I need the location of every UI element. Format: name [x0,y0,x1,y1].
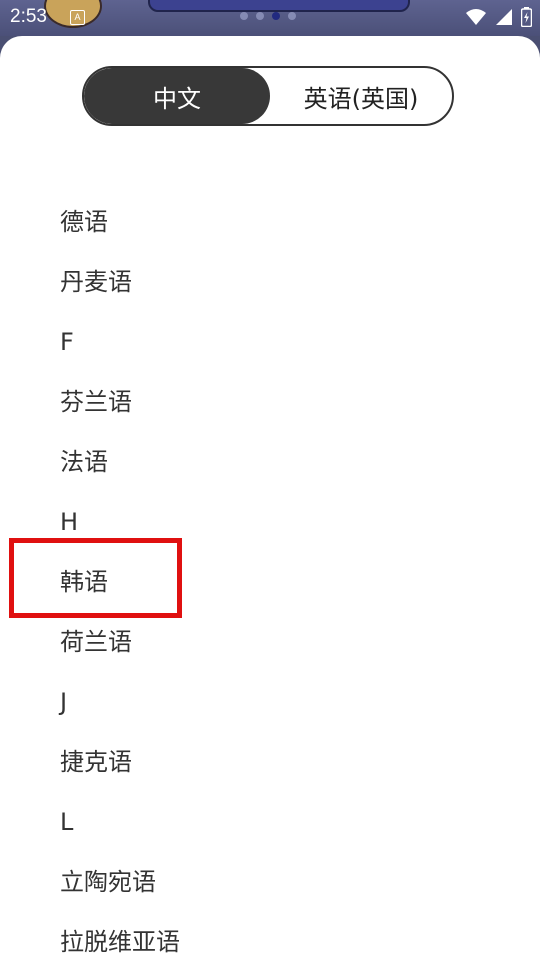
language-item-latvian[interactable]: 拉脱维亚语 [0,912,540,960]
battery-icon [521,7,532,27]
signal-icon [496,9,512,25]
status-time: 2:53 [10,6,47,27]
section-header-h: H [60,508,79,536]
language-item-danish[interactable]: 丹麦语 [0,252,540,312]
language-item-german[interactable]: 德语 [0,192,540,252]
page-indicator [240,12,296,20]
section-header-l: L [60,808,74,836]
page-dot [240,12,248,20]
page-dot [288,12,296,20]
background-banner [148,0,410,12]
wifi-icon [466,9,486,25]
section-header-f: F [60,328,74,356]
section-header-j: J [60,688,68,716]
language-item-dutch[interactable]: 荷兰语 [0,612,540,672]
language-item-french[interactable]: 法语 [0,432,540,492]
status-bar: 2:53 A [0,0,540,36]
language-item-finnish[interactable]: 芬兰语 [0,372,540,432]
tab-chinese[interactable]: 中文 [84,68,270,124]
accessibility-notification-icon: A [70,10,85,25]
status-icons [465,7,532,27]
language-type-segmented-control: 中文 英语(英国) [82,66,454,126]
language-item-korean[interactable]: 韩语 [0,552,540,612]
tab-english-uk[interactable]: 英语(英国) [270,68,452,124]
language-picker-sheet: 中文 英语(英国) 德语 丹麦语 F 芬兰语 法语 H 韩语 荷兰语 J 捷克语… [0,36,540,960]
page-dot [256,12,264,20]
page-dot-active [272,12,280,20]
language-item-lithuanian[interactable]: 立陶宛语 [0,852,540,912]
language-list: 德语 丹麦语 F 芬兰语 法语 H 韩语 荷兰语 J 捷克语 L 立陶宛语 拉脱… [0,192,540,960]
language-item-czech[interactable]: 捷克语 [0,732,540,792]
